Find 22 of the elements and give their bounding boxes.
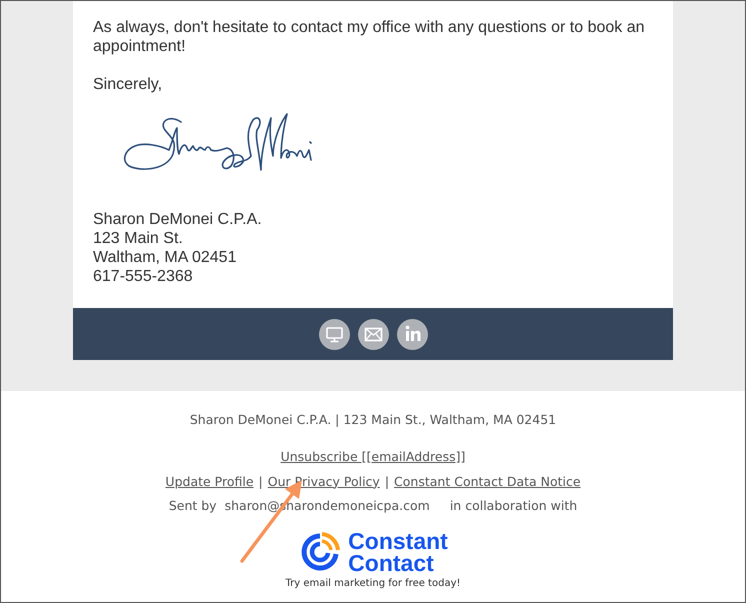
- monitor-icon[interactable]: [318, 318, 350, 350]
- body-paragraph: Sincerely,: [93, 75, 164, 94]
- address-line: Waltham, MA 02451: [93, 248, 238, 267]
- footer-link[interactable]: Constant Contact Data Notice: [394, 472, 581, 492]
- address-line: 123 Main St.: [93, 229, 184, 248]
- logo-text: Constant: [348, 530, 448, 552]
- separator-text: |: [384, 472, 390, 491]
- address-line: Sharon DeMonei C.P.A.: [93, 210, 263, 229]
- address-line: 617-555-2368: [93, 267, 194, 286]
- logo-text: Contact: [348, 552, 435, 574]
- unsubscribe-link[interactable]: Unsubscribe [[emailAddress]]: [280, 448, 466, 466]
- collaboration-text: in collaboration with: [450, 497, 578, 516]
- footer-link[interactable]: Our Privacy Policy: [268, 472, 380, 492]
- footer-link[interactable]: Update Profile: [165, 472, 254, 492]
- linkedin-icon[interactable]: [396, 318, 428, 350]
- tagline-text: Try email marketing for free today!: [286, 577, 460, 591]
- envelope-icon[interactable]: [358, 318, 388, 350]
- footer-address: Sharon DeMonei C.P.A. | 123 Main St., Waltham, MA 02451: [190, 411, 556, 429]
- logo-mark-icon: [302, 532, 340, 570]
- separator-text: |: [258, 472, 263, 491]
- sent-by-label: Sent by: [168, 497, 217, 516]
- body-paragraph: As always, don't hesitate to contact my office with any questions or to book an appointment!: [93, 18, 646, 56]
